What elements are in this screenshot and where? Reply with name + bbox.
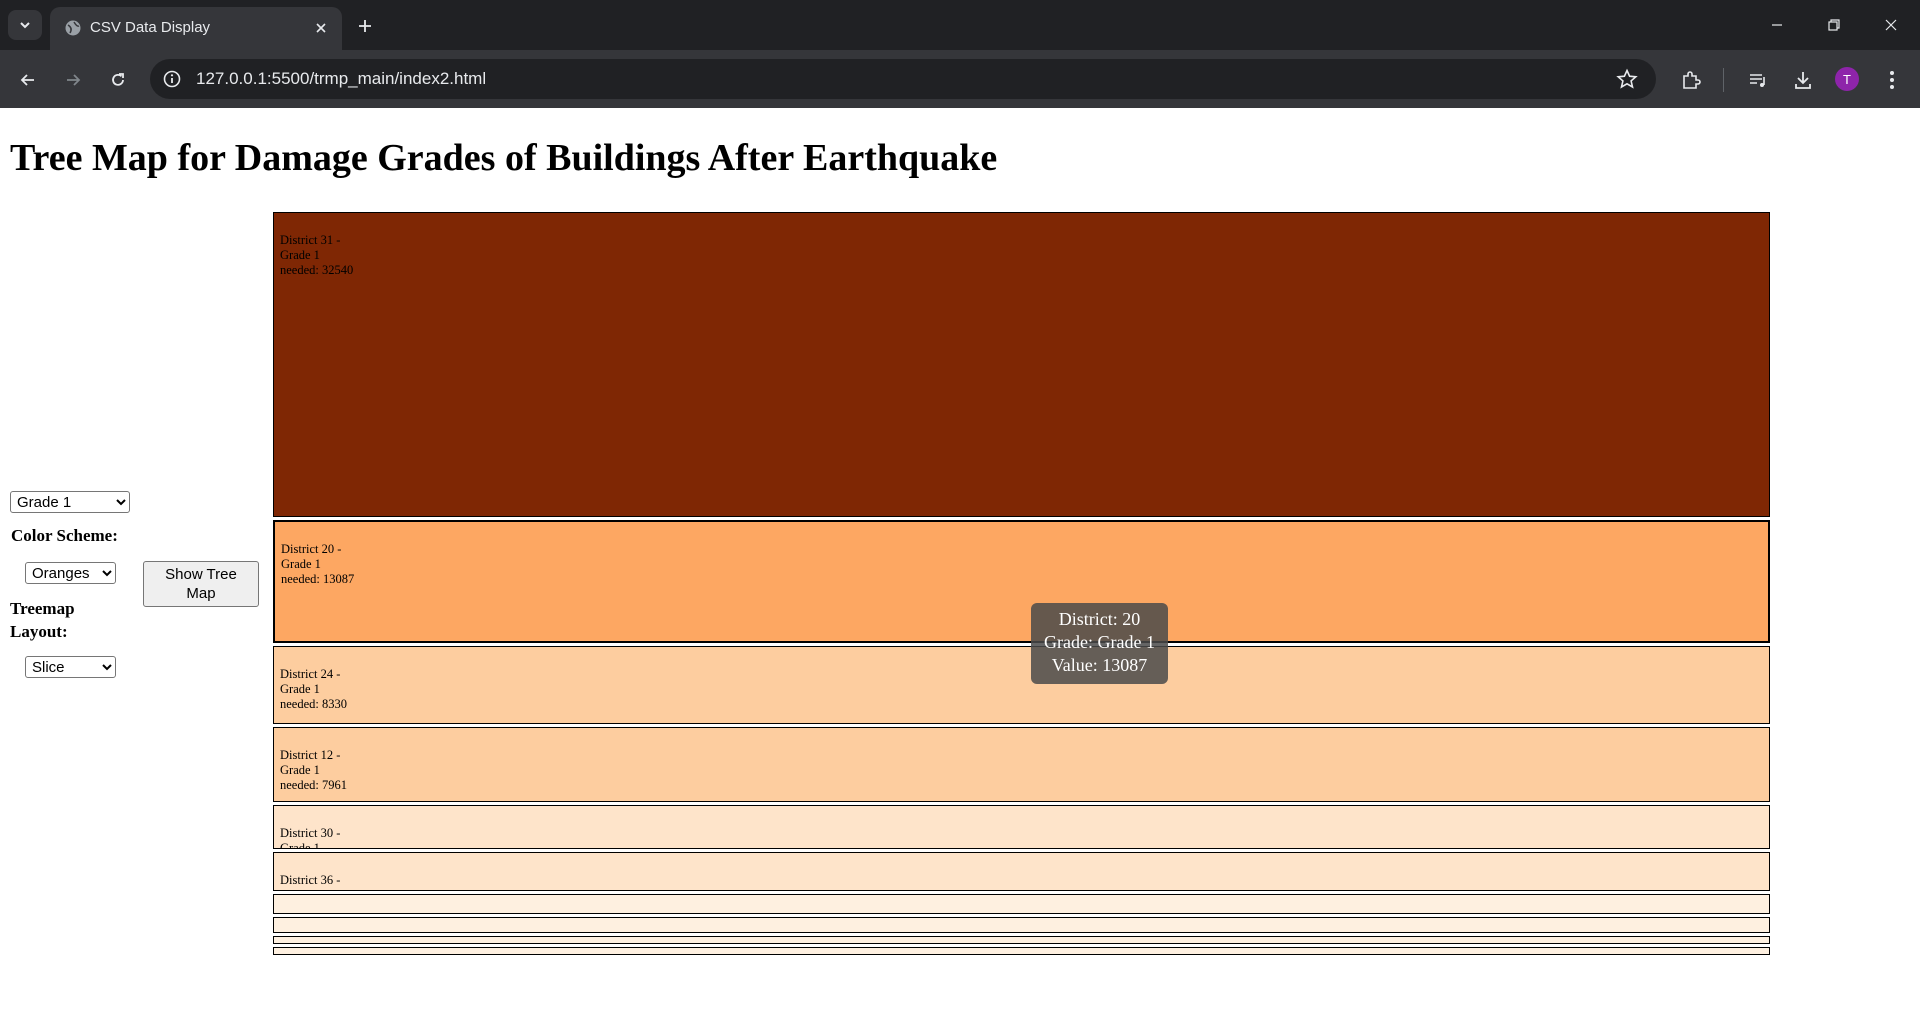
treemap-cell[interactable]: District 12 - Grade 1 needed: 7961 — [273, 727, 1770, 802]
arrow-right-icon — [67, 74, 81, 86]
close-icon — [316, 23, 326, 33]
tooltip-grade: Grade: Grade 1 — [1044, 632, 1155, 652]
puzzle-icon — [1683, 71, 1701, 89]
treemap-cell-label-line: Grade 1 — [281, 557, 321, 571]
treemap-cell-label: District 36 - — [280, 873, 340, 888]
downloads-button[interactable] — [1789, 66, 1817, 94]
new-tab-button[interactable] — [352, 13, 378, 39]
treemap-cell-label-line: needed: 13087 — [281, 572, 355, 586]
playlist-icon — [1750, 74, 1765, 87]
browser-tab-bar: CSV Data Display — [0, 0, 1920, 50]
treemap-cell[interactable] — [273, 894, 1770, 914]
tooltip-district: District: 20 — [1058, 609, 1141, 629]
treemap-cell-label-line: District 20 - — [281, 542, 342, 556]
address-bar[interactable]: 127.0.0.1:5500/trmp_main/index2.html — [150, 59, 1656, 99]
treemap-layout-label: Treemap Layout: — [10, 599, 75, 641]
treemap-cell[interactable]: District 24 - Grade 1 needed: 8330 — [273, 646, 1770, 724]
treemap-cell[interactable]: District 31 - Grade 1 needed: 32540 — [273, 212, 1770, 517]
restore-button[interactable] — [1821, 12, 1847, 38]
treemap-cell[interactable]: District 30 - Grade 1 — [273, 805, 1770, 849]
treemap-chart: District 31 - Grade 1 needed: 32540 Distric… — [273, 212, 1770, 956]
treemap-cell-label-line: Grade 1 — [280, 763, 320, 777]
treemap-cell-label-line: Grade 1 — [280, 682, 320, 696]
treemap-cell-label: District 12 - Grade 1 needed: 7961 — [280, 748, 347, 793]
treemap-cell-label-line: needed: 32540 — [280, 263, 354, 277]
more-vertical-icon — [1890, 71, 1894, 89]
tab-search-button[interactable] — [8, 10, 42, 40]
minimize-button[interactable] — [1764, 12, 1790, 38]
reload-icon — [112, 73, 124, 86]
page-title: Tree Map for Damage Grades of Buildings … — [10, 137, 998, 179]
treemap-cell-label: District 31 - Grade 1 needed: 32540 — [280, 233, 353, 278]
treemap-cell[interactable] — [273, 936, 1770, 944]
treemap-cell-label-line: District 24 - — [280, 667, 341, 681]
treemap-cell-label-line: Grade 1 — [280, 841, 320, 849]
grade-select[interactable]: Grade 1 — [10, 491, 130, 513]
close-icon — [1885, 19, 1897, 31]
treemap-cell[interactable]: District 20 - Grade 1 needed: 13087 — [273, 520, 1770, 643]
browser-toolbar: 127.0.0.1:5500/trmp_main/index2.html T — [0, 50, 1920, 108]
browser-menu-button[interactable] — [1878, 66, 1906, 94]
treemap-cell-label-line: District 30 - — [280, 826, 341, 840]
close-window-button[interactable] — [1878, 12, 1904, 38]
extensions-button[interactable] — [1677, 66, 1705, 94]
treemap-cell[interactable]: District 36 - — [273, 852, 1770, 891]
restore-icon — [1828, 19, 1840, 31]
globe-icon — [65, 20, 81, 36]
profile-avatar[interactable]: T — [1835, 67, 1859, 91]
treemap-cell-label-line: District 31 - — [280, 233, 341, 247]
back-button[interactable] — [14, 66, 42, 94]
treemap-cell-label-line: District 12 - — [280, 748, 341, 762]
url-text: 127.0.0.1:5500/trmp_main/index2.html — [196, 69, 487, 88]
treemap-cell-label: District 20 - Grade 1 needed: 13087 — [281, 542, 354, 587]
tooltip-value: Value: 13087 — [1051, 655, 1148, 675]
plus-icon — [359, 20, 371, 32]
reload-button[interactable] — [104, 66, 132, 94]
arrow-left-icon — [20, 74, 34, 86]
treemap-cell-label: District 24 - Grade 1 needed: 8330 — [280, 667, 347, 712]
browser-tab[interactable]: CSV Data Display — [50, 7, 342, 50]
treemap-cell[interactable] — [273, 917, 1770, 933]
treemap-cell-label-line: Grade 1 — [280, 248, 320, 262]
treemap-cell[interactable] — [273, 947, 1770, 955]
treemap-cell-label-line: District 36 - — [280, 873, 341, 887]
treemap-cell-label-line: needed: 8330 — [280, 697, 347, 711]
show-tree-map-button[interactable]: Show Tree Map — [143, 561, 259, 607]
site-info-icon — [163, 70, 181, 88]
download-icon — [1795, 72, 1811, 89]
tab-close-button[interactable] — [310, 17, 332, 39]
treemap-cell-label-line: needed: 7961 — [280, 778, 347, 792]
media-controls-button[interactable] — [1744, 66, 1772, 94]
treemap-cell-label: District 30 - Grade 1 — [280, 826, 341, 849]
color-scheme-label: Color Scheme: — [11, 526, 118, 545]
color-scheme-select[interactable]: Oranges — [25, 562, 116, 584]
tab-title: CSV Data Display — [90, 19, 211, 36]
minimize-icon — [1772, 24, 1782, 26]
toolbar-separator — [1723, 68, 1724, 92]
treemap-layout-select[interactable]: Slice — [25, 656, 116, 678]
bookmark-star-icon[interactable] — [1616, 68, 1638, 90]
chevron-down-icon — [20, 22, 30, 29]
forward-button[interactable] — [59, 66, 87, 94]
treemap-tooltip: District: 20 Grade: Grade 1 Value: 13087 — [1031, 603, 1168, 684]
